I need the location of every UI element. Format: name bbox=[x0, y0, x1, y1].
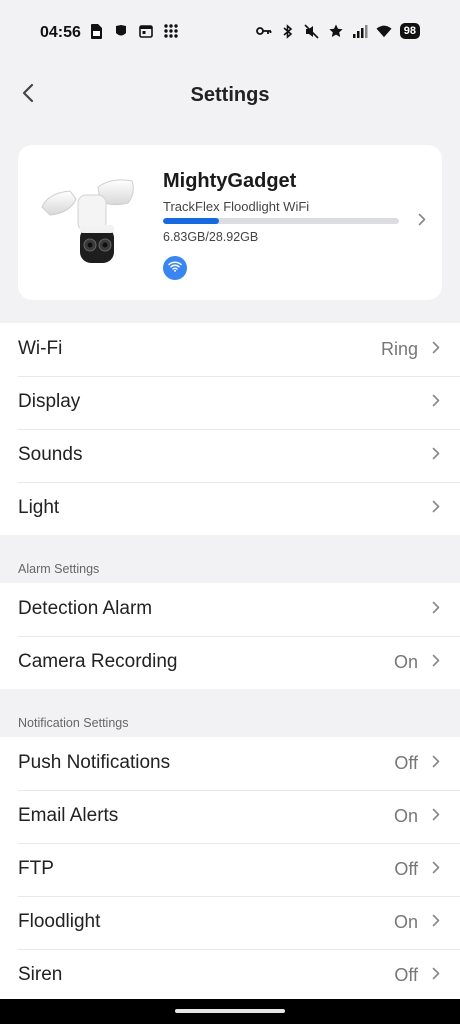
row-label: Push Notifications bbox=[18, 752, 171, 773]
row-value: Off bbox=[394, 859, 418, 879]
chevron-right-icon bbox=[432, 755, 440, 773]
alarm-settings-group: Detection Alarm Camera Recording On bbox=[0, 583, 460, 689]
row-value: Off bbox=[394, 965, 418, 985]
chevron-right-icon bbox=[432, 601, 440, 619]
general-settings-group: Wi-Fi Ring Display Sounds Light bbox=[0, 323, 460, 535]
settings-row-display[interactable]: Display bbox=[0, 376, 460, 429]
settings-row-wifi[interactable]: Wi-Fi Ring bbox=[0, 323, 460, 376]
chevron-right-icon bbox=[432, 500, 440, 518]
row-value: On bbox=[393, 806, 418, 826]
settings-row-siren[interactable]: Siren Off bbox=[0, 949, 460, 1002]
row-label: Sounds bbox=[18, 444, 83, 465]
row-value: Ring bbox=[380, 339, 418, 359]
nav-bar: Settings bbox=[0, 66, 460, 126]
chevron-right-icon bbox=[432, 341, 440, 359]
chevron-right-icon bbox=[432, 967, 440, 985]
row-label: Siren bbox=[18, 964, 63, 985]
chevron-right-icon bbox=[432, 394, 440, 412]
wifi-icon bbox=[376, 23, 392, 39]
home-indicator[interactable] bbox=[175, 1009, 285, 1013]
row-label: Email Alerts bbox=[18, 805, 119, 826]
chevron-right-icon bbox=[432, 447, 440, 465]
storage-text: 6.83GB/28.92GB bbox=[163, 230, 259, 244]
wifi-icon bbox=[168, 259, 182, 277]
settings-row-camera-recording[interactable]: Camera Recording On bbox=[0, 636, 460, 689]
chevron-right-icon bbox=[418, 213, 426, 231]
notification-settings-group: Push Notifications Off Email Alerts On F… bbox=[0, 737, 460, 1002]
calendar-icon bbox=[138, 23, 154, 39]
star-icon bbox=[328, 23, 344, 39]
row-label: FTP bbox=[18, 858, 54, 879]
settings-row-sounds[interactable]: Sounds bbox=[0, 429, 460, 482]
chevron-right-icon bbox=[432, 654, 440, 672]
storage-bar-fill bbox=[163, 218, 219, 224]
system-navigation-bar bbox=[0, 999, 460, 1024]
row-label: Floodlight bbox=[18, 911, 101, 932]
chevron-right-icon bbox=[432, 861, 440, 879]
settings-row-email-alerts[interactable]: Email Alerts On bbox=[0, 790, 460, 843]
storage-bar bbox=[163, 218, 399, 224]
apps-grid-icon bbox=[163, 23, 179, 39]
wifi-status-badge bbox=[163, 256, 187, 280]
device-model: TrackFlex Floodlight WiFi bbox=[163, 199, 310, 214]
section-title-notification: Notification Settings bbox=[18, 716, 129, 730]
status-time: 04:56 bbox=[40, 24, 81, 41]
chevron-right-icon bbox=[432, 808, 440, 826]
row-label: Detection Alarm bbox=[18, 598, 153, 619]
row-value: Off bbox=[394, 753, 418, 773]
row-label: Camera Recording bbox=[18, 651, 178, 672]
row-value: On bbox=[393, 652, 418, 672]
bluetooth-icon bbox=[280, 23, 296, 39]
device-name: MightyGadget bbox=[163, 170, 297, 192]
section-title-alarm: Alarm Settings bbox=[18, 562, 100, 576]
mute-icon bbox=[304, 23, 320, 39]
row-label: Wi-Fi bbox=[18, 338, 63, 359]
settings-row-ftp[interactable]: FTP Off bbox=[0, 843, 460, 896]
device-card[interactable]: MightyGadget TrackFlex Floodlight WiFi 6… bbox=[18, 145, 442, 300]
mask-icon bbox=[113, 23, 129, 39]
settings-row-light[interactable]: Light bbox=[0, 482, 460, 535]
settings-row-detection-alarm[interactable]: Detection Alarm bbox=[0, 583, 460, 636]
sim-card-icon bbox=[88, 23, 104, 39]
row-value: On bbox=[393, 912, 418, 932]
status-right-icons: 98 bbox=[255, 23, 420, 39]
settings-row-floodlight[interactable]: Floodlight On bbox=[0, 896, 460, 949]
page-title: Settings bbox=[190, 84, 270, 106]
status-left-icons bbox=[88, 23, 179, 39]
chevron-right-icon bbox=[432, 914, 440, 932]
row-label: Light bbox=[18, 497, 60, 518]
floodlight-camera-image bbox=[40, 175, 140, 265]
status-bar: 04:56 98 bbox=[0, 0, 460, 66]
battery-indicator: 98 bbox=[399, 23, 420, 39]
vpn-key-icon bbox=[255, 23, 272, 39]
signal-icon bbox=[352, 23, 368, 39]
settings-row-push-notifications[interactable]: Push Notifications Off bbox=[0, 737, 460, 790]
row-label: Display bbox=[18, 391, 81, 412]
